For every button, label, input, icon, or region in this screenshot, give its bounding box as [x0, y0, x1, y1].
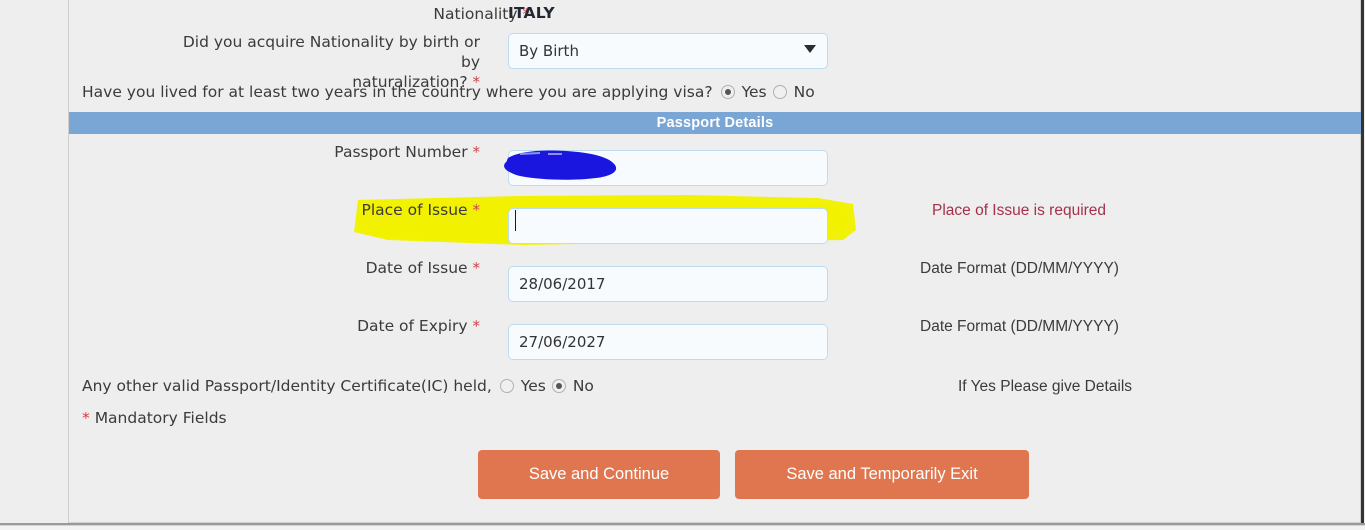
date-of-issue-label: Date of Issue *: [365, 259, 481, 277]
text-cursor: [515, 210, 516, 231]
required-asterisk: *: [472, 143, 481, 161]
nationality-label-wrap: Nationality *: [300, 4, 530, 24]
lived-two-years-yes-radio[interactable]: [720, 85, 735, 99]
passport-number-label-wrap: Passport Number *: [300, 142, 480, 162]
acquire-nationality-label-line1: Did you acquire Nationality by birth or …: [182, 33, 480, 71]
lived-two-years-no-label: No: [793, 83, 815, 101]
lived-two-years-no-radio[interactable]: [772, 85, 787, 99]
passport-number-label: Passport Number *: [334, 143, 480, 161]
place-of-issue-error: Place of Issue is required: [932, 202, 1107, 219]
date-of-issue-label-wrap: Date of Issue *: [300, 258, 480, 278]
other-passport-hint: If Yes Please give Details: [958, 378, 1133, 395]
page-bottom-strip: [0, 525, 1365, 530]
passport-details-header: Passport Details: [69, 112, 1361, 134]
acquire-nationality-select-wrap[interactable]: By Birth: [508, 33, 828, 69]
date-of-expiry-label: Date of Expiry *: [357, 317, 480, 335]
other-passport-question: Any other valid Passport/Identity Certif…: [82, 377, 492, 395]
mandatory-fields-note: * Mandatory Fields: [82, 408, 227, 427]
date-of-expiry-input[interactable]: [508, 324, 828, 360]
required-asterisk: *: [472, 201, 481, 219]
required-asterisk: *: [472, 259, 481, 277]
lived-two-years-question: Have you lived for at least two years in…: [82, 83, 713, 101]
other-passport-no-label: No: [572, 377, 594, 395]
date-of-issue-hint: Date Format (DD/MM/YYYY): [920, 260, 1119, 277]
date-of-expiry-hint: Date Format (DD/MM/YYYY): [920, 318, 1119, 335]
date-of-issue-input[interactable]: [508, 266, 828, 302]
place-of-issue-label: Place of Issue *: [361, 201, 480, 219]
nationality-value-wrap: ITALY: [508, 4, 555, 22]
page-right-border: [1361, 0, 1364, 523]
mandatory-fields-text: Mandatory Fields: [94, 409, 227, 427]
lived-two-years-row: Have you lived for at least two years in…: [82, 82, 821, 102]
page-root: Nationality * ITALY Did you acquire Nati…: [0, 0, 1365, 530]
nationality-value: ITALY: [508, 4, 555, 22]
passport-number-input[interactable]: [508, 150, 828, 186]
place-of-issue-input[interactable]: [508, 208, 828, 244]
required-asterisk: *: [472, 317, 481, 335]
lived-two-years-radio-group[interactable]: Yes No: [720, 82, 821, 102]
other-passport-yes-radio[interactable]: [499, 379, 514, 393]
save-and-temporarily-exit-button[interactable]: Save and Temporarily Exit: [735, 450, 1029, 499]
other-passport-radio-group[interactable]: Yes No: [499, 376, 600, 396]
save-and-continue-button[interactable]: Save and Continue: [478, 450, 720, 499]
acquire-nationality-select[interactable]: By Birth: [508, 33, 828, 69]
date-of-expiry-label-wrap: Date of Expiry *: [300, 316, 480, 336]
other-passport-no-radio[interactable]: [551, 379, 566, 393]
other-passport-row: Any other valid Passport/Identity Certif…: [82, 376, 600, 396]
other-passport-yes-label: Yes: [520, 377, 546, 395]
required-asterisk: *: [82, 409, 90, 427]
lived-two-years-yes-label: Yes: [741, 83, 767, 101]
place-of-issue-label-wrap: Place of Issue *: [300, 200, 480, 220]
